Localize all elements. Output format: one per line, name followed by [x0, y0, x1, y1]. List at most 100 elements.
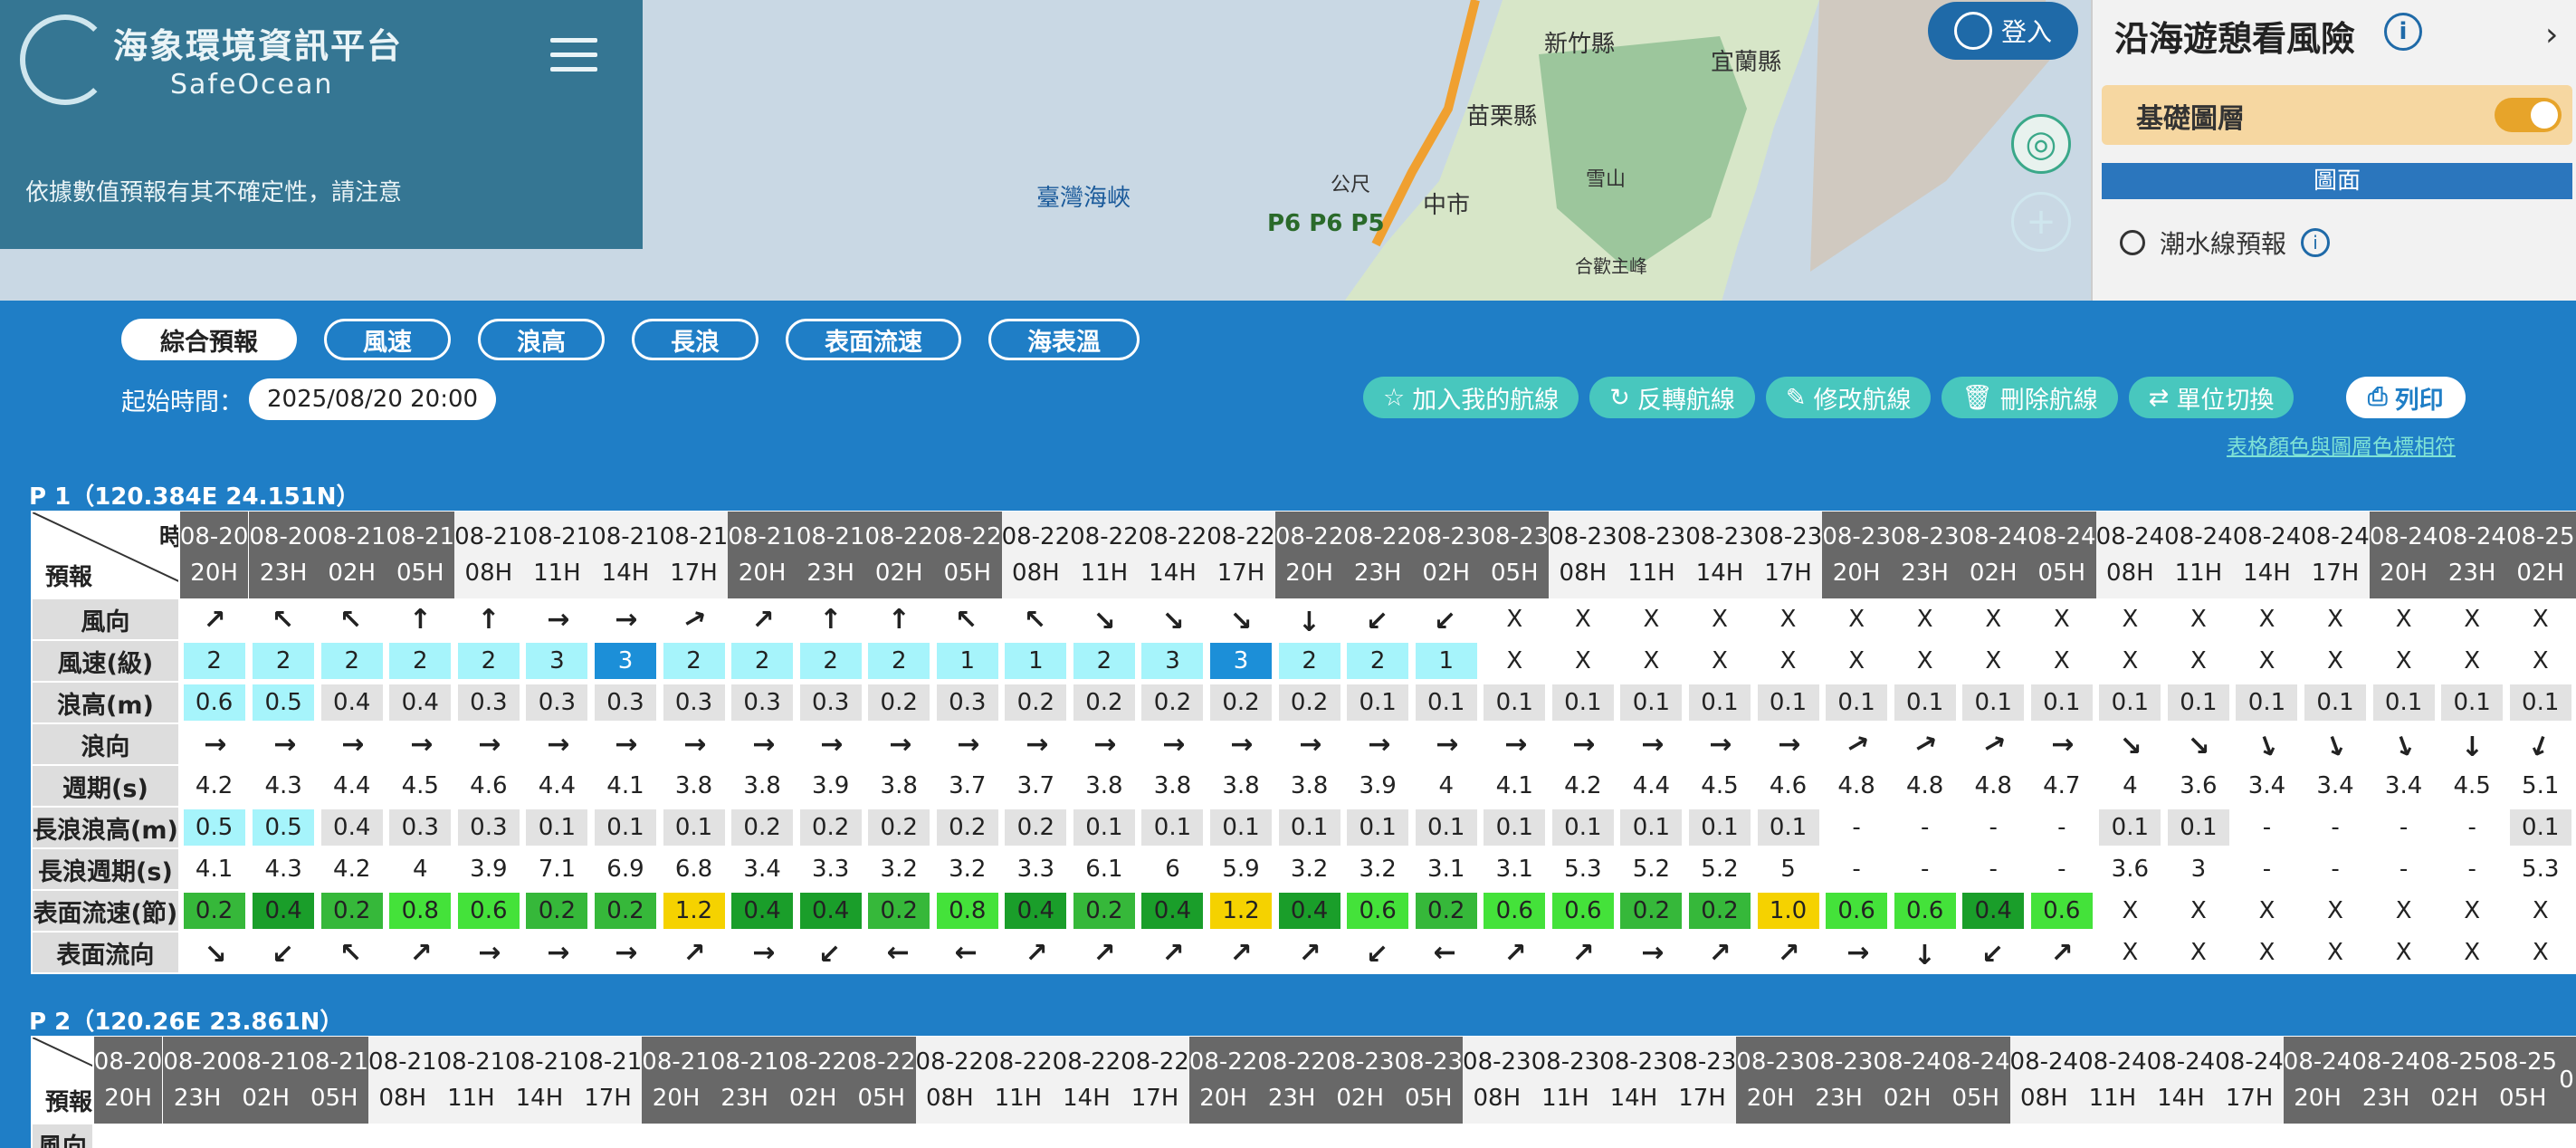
time-hour: 23H: [806, 560, 854, 587]
forecast-panel: 綜合預報 風速 浪高 長浪 表面流速 海表溫 起始時間： 2025/08/20 20:00…: [0, 301, 2576, 1148]
route-action-1[interactable]: ↻ 反轉航線: [1589, 377, 1755, 418]
direction-arrow-icon: ↑: [1088, 732, 1121, 756]
time-date: 08-24: [2301, 523, 2370, 550]
direction-arrow-icon: ↑: [1769, 933, 1808, 972]
forecast-cell: ↑: [797, 932, 865, 973]
forecast-cell: 0.4: [318, 807, 386, 848]
forecast-cell: 0.1: [2096, 807, 2165, 848]
value: 0.3: [457, 684, 520, 721]
value: 4.1: [1495, 772, 1533, 799]
value: 6.9: [606, 856, 644, 883]
value: 3: [1210, 643, 1273, 679]
time-hour: 05H: [1490, 560, 1539, 587]
value: 4.2: [195, 772, 234, 799]
time-hour: 23H: [1267, 1085, 1316, 1112]
time-hour: 05H: [1951, 1085, 2000, 1112]
forecast-cell: 0.1: [1481, 682, 1550, 723]
direction-arrow-icon: ↑: [1973, 726, 2013, 762]
forecast-cell: X: [2258, 939, 2275, 966]
base-layer-toggle[interactable]: [2495, 98, 2562, 132]
forecast-cell: -: [1822, 848, 1891, 890]
time-hour: 05H: [857, 1085, 906, 1112]
print-button[interactable]: ⎙ 列印: [2346, 377, 2466, 418]
value: 3.6: [2180, 772, 2218, 799]
value: 0.6: [1484, 893, 1546, 929]
brand-subtitle: SafeOcean: [170, 69, 334, 100]
direction-arrow-icon: ↑: [746, 732, 778, 756]
time-date: 08-23: [1685, 523, 1754, 550]
value: 0.6: [457, 893, 520, 929]
time-hour: 14H: [1609, 1085, 1658, 1112]
route-action-4[interactable]: ⇄ 單位切換: [2128, 377, 2295, 418]
locate-icon[interactable]: ◎: [2011, 114, 2071, 174]
time-hour: 20H: [2380, 560, 2428, 587]
value: 0.3: [731, 684, 794, 721]
direction-arrow-icon: ↑: [1905, 726, 1945, 762]
forecast-cell: 0.3: [933, 682, 1002, 723]
tab-3[interactable]: 長浪: [632, 319, 758, 360]
time-cell: 08-24 14H: [2232, 512, 2302, 598]
direction-arrow-icon: ↑: [609, 732, 642, 756]
forecast-cell: X: [1959, 640, 2027, 682]
forecast-cell: ↑: [1959, 932, 2027, 973]
login-button[interactable]: 登入: [1928, 2, 2078, 60]
zoom-in-button[interactable]: +: [2011, 192, 2071, 252]
value: 7.1: [538, 856, 577, 883]
forecast-cell: X: [2532, 606, 2549, 633]
forecast-cell: 0.6: [1343, 890, 1412, 932]
forecast-row: 風速(級) 2 2 2 2 2 3 3 2 2 2 2 1 1 2 3 3 2 2 1 X X X X X X X X X X X X X X X X…: [31, 639, 2576, 683]
layer-bar[interactable]: 圖面: [2102, 163, 2572, 199]
tab-0[interactable]: 綜合預報: [121, 319, 297, 360]
time-cell: 08-21 05H: [386, 512, 455, 598]
tab-5[interactable]: 海表溫: [988, 319, 1140, 360]
info-icon[interactable]: i: [2384, 13, 2422, 51]
value: 0.4: [1278, 893, 1340, 929]
forecast-cell: -: [2301, 807, 2370, 848]
tab-1[interactable]: 風速: [324, 319, 451, 360]
forecast-cell: 0.8: [386, 890, 455, 932]
direction-arrow-icon: ↑: [1358, 599, 1398, 639]
forecast-cell: X: [2532, 939, 2549, 966]
time-hour: 20H: [1746, 1085, 1795, 1112]
forecast-cell: ↑: [864, 598, 933, 640]
start-time-input[interactable]: 2025/08/20 20:00: [249, 378, 497, 420]
map-route-points[interactable]: P6 P6 P5: [1267, 210, 1385, 237]
forecast-cell: X: [2438, 640, 2506, 682]
route-action-3[interactable]: 🗑 刪除航線: [1942, 377, 2118, 418]
value: 3.2: [949, 856, 987, 883]
time-cell: 08-24 08H: [2009, 1037, 2079, 1124]
color-match-note[interactable]: 表格顏色與圖層色標相符: [2227, 429, 2456, 460]
time-hour: 20H: [1199, 1085, 1247, 1112]
direction-arrow-icon: ↑: [1430, 941, 1463, 964]
chevron-right-icon[interactable]: ›: [2545, 16, 2558, 53]
hamburger-menu-icon[interactable]: [550, 38, 597, 74]
brand-title: 海象環境資訊平台: [113, 26, 404, 66]
forecast-cell: 3: [591, 640, 660, 682]
tab-2[interactable]: 浪高: [478, 319, 605, 360]
time-date: 08-22: [915, 1048, 985, 1076]
route-action-0[interactable]: ☆ 加入我的航線: [1363, 377, 1579, 418]
forecast-cell: ↑: [2301, 723, 2370, 765]
value: X: [2258, 897, 2275, 924]
value: 3.8: [1085, 772, 1123, 799]
action-label-4: 單位切換: [2176, 386, 2275, 415]
tide-radio[interactable]: [2120, 230, 2145, 255]
forecast-cell: 0.5: [249, 807, 318, 848]
time-date: 08-23: [1736, 1048, 1805, 1076]
time-date: 08-22: [1052, 1048, 1121, 1076]
tide-forecast-option[interactable]: 潮水線預報 i: [2120, 225, 2331, 261]
forecast-cell: 0.4: [728, 890, 797, 932]
tab-4[interactable]: 表面流速: [786, 319, 961, 360]
forecast-cell: X: [2233, 640, 2302, 682]
value: 0.5: [183, 809, 245, 846]
direction-arrow-icon: ↑: [1840, 941, 1873, 964]
time-cell: 08-23 23H: [1890, 512, 1960, 598]
value: 0.4: [799, 893, 862, 929]
value: 1.2: [663, 893, 725, 929]
time-date: 08-21: [796, 523, 865, 550]
forecast-cell: 0.4: [249, 890, 318, 932]
forecast-cell: 5.2: [1617, 848, 1686, 890]
time-hour: 23H: [1815, 1085, 1863, 1112]
tide-info-icon[interactable]: i: [2301, 228, 2331, 257]
route-action-2[interactable]: ✎ 修改航線: [1765, 377, 1932, 418]
